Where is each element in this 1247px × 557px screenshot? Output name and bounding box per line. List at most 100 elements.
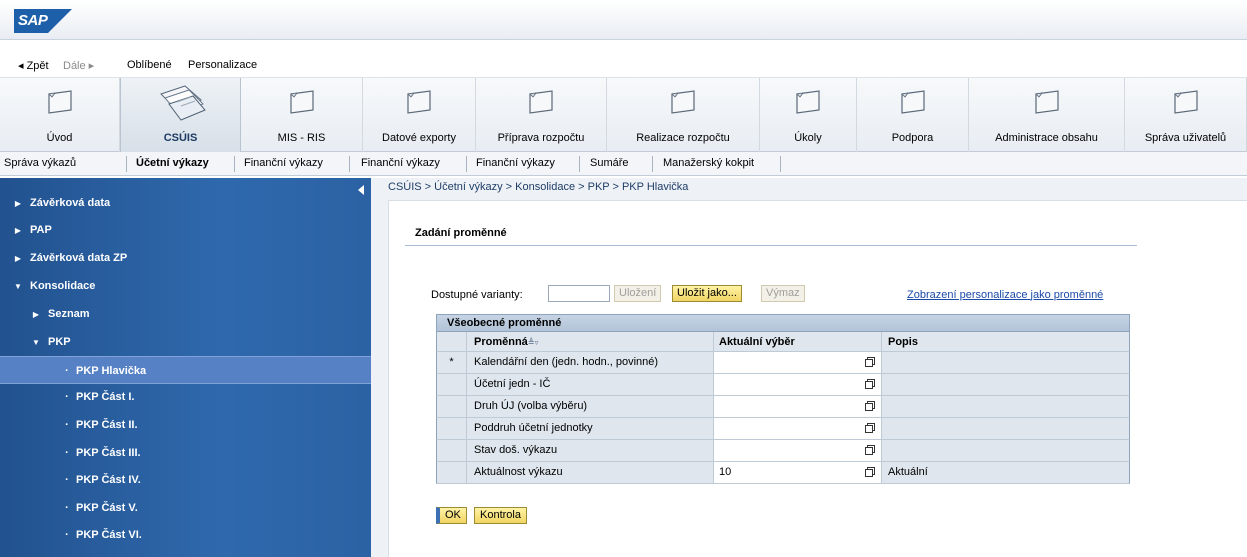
personalization-link[interactable]: Zobrazení personalizace jako proměnné (907, 289, 1103, 301)
top-nav-item[interactable]: Úkoly (760, 78, 857, 152)
nav-tree-item[interactable]: ▼ Konsolidace (0, 272, 371, 300)
nav-tree-label: PKP Část I. (76, 391, 135, 403)
table-header-row: Proměnná≜▿ Aktuální výběr Popis (436, 332, 1130, 352)
nav-tree-item[interactable]: · PKP Část I. (0, 383, 371, 411)
value-help-icon[interactable] (865, 401, 875, 411)
ok-button[interactable]: OK (436, 507, 467, 524)
sub-nav-item[interactable]: Manažerský kokpit (663, 157, 754, 169)
favorites-link[interactable]: Oblíbené (127, 59, 172, 71)
personalize-link[interactable]: Personalizace (188, 59, 257, 71)
sap-logo: SAP (14, 9, 72, 33)
nav-tree-item[interactable]: ▶ Závěrková data ZP (0, 244, 371, 272)
value-help-icon[interactable] (865, 357, 875, 367)
nav-tree-item[interactable]: · PKP Hlavička (0, 356, 371, 384)
collapsed-arrow-icon[interactable]: ▶ (12, 245, 24, 273)
value-help-icon[interactable] (865, 423, 875, 433)
top-nav-item[interactable]: Datové exporty (363, 78, 476, 152)
top-nav-item[interactable]: CSÚIS (120, 78, 241, 152)
top-nav-item[interactable]: Úvod (0, 78, 120, 152)
top-nav-item[interactable]: Podpora (857, 78, 969, 152)
personalization-link-b[interactable]: jako proměnné (1031, 289, 1104, 301)
variable-description: Aktuální (882, 462, 1129, 483)
top-nav-label: Správa uživatelů (1144, 132, 1227, 144)
top-nav-label: Úvod (46, 132, 73, 144)
required-mark: * (437, 352, 467, 373)
bullet-icon: · (65, 529, 69, 541)
sub-nav-item[interactable]: Sumáře (590, 157, 629, 169)
sub-nav-item[interactable]: Účetní výkazy (136, 157, 209, 169)
nav-tree-item[interactable]: · PKP Část III. (0, 439, 371, 467)
nav-tree-label: Konsolidace (30, 280, 96, 292)
bullet-icon: · (65, 365, 69, 377)
sub-nav-item[interactable]: Finanční výkazy (361, 157, 440, 169)
nav-tree-item[interactable]: · PKP Část II. (0, 411, 371, 439)
history-bar: ◂ Zpět Dále ▸ Oblíbené Personalizace (0, 54, 1247, 78)
breadcrumb[interactable]: CSÚIS > Účetní výkazy > Konsolidace > PK… (388, 181, 688, 193)
nav-tree-item[interactable]: · PKP Část IV. (0, 466, 371, 494)
collapsed-arrow-icon[interactable]: ▶ (12, 190, 24, 218)
top-nav-item[interactable]: MIS - RIS (241, 78, 363, 152)
nav-tree-label: PKP (48, 336, 71, 348)
nav-tree-item[interactable]: ▶ PAP (0, 216, 371, 244)
nav-tree-label: Závěrková data ZP (30, 252, 128, 264)
header-variable[interactable]: Proměnná≜▿ (467, 332, 714, 351)
sap-logo-text: SAP (18, 12, 48, 29)
check-button[interactable]: Kontrola (474, 507, 527, 524)
nav-tree-item[interactable]: · PKP Část V. (0, 494, 371, 522)
bullet-icon: · (65, 391, 69, 403)
top-nav-item[interactable]: Administrace obsahu (969, 78, 1125, 152)
sub-nav-item[interactable]: Finanční výkazy (244, 157, 323, 169)
panel-title: Zadání proměnné (415, 227, 507, 239)
current-selection-value[interactable]: 10 (719, 466, 731, 478)
current-selection-input[interactable] (714, 418, 882, 439)
current-selection-input[interactable] (714, 352, 882, 373)
nav-tree-item[interactable]: ▼ PKP (0, 328, 371, 356)
nav-tree-item[interactable]: ▶ Seznam (0, 300, 371, 328)
table-row: Poddruh účetní jednotky (436, 418, 1130, 440)
top-nav-item[interactable]: Příprava rozpočtu (476, 78, 607, 152)
sub-nav-item[interactable]: Správa výkazů (4, 157, 76, 169)
value-help-icon[interactable] (865, 467, 875, 477)
save-as-button[interactable]: Uložit jako... (672, 285, 742, 302)
value-help-icon[interactable] (865, 379, 875, 389)
nav-tree-label: PKP Hlavička (76, 365, 147, 377)
folder-icon (1034, 90, 1059, 114)
nav-tree-label: PKP Část III. (76, 447, 141, 459)
title-divider (405, 245, 1137, 246)
variable-description (882, 440, 1129, 461)
value-help-icon[interactable] (865, 445, 875, 455)
top-nav-item[interactable]: Správa uživatelů (1125, 78, 1247, 152)
top-nav-item[interactable]: Realizace rozpočtu (607, 78, 760, 152)
folder-icon (47, 90, 72, 114)
top-nav-label: MIS - RIS (277, 132, 326, 144)
variable-name: Stav doš. výkazu (467, 440, 714, 461)
required-mark (437, 418, 467, 439)
bullet-icon: · (65, 419, 69, 431)
personalization-link-a[interactable]: Zobrazení personalizace (907, 289, 1027, 301)
variable-description (882, 352, 1129, 373)
collapsed-arrow-icon[interactable]: ▶ (12, 217, 24, 245)
variable-name: Kalendářní den (jedn. hodn., povinné) (467, 352, 714, 373)
sub-nav-separator (579, 156, 580, 172)
current-selection-input[interactable] (714, 440, 882, 461)
forward-link[interactable]: Dále ▸ (63, 59, 94, 72)
current-selection-input[interactable] (714, 396, 882, 417)
current-selection-input[interactable] (714, 374, 882, 395)
save-button[interactable]: Uložení (614, 285, 662, 302)
header-variable-label: Proměnná (474, 336, 528, 348)
folder-icon (289, 90, 314, 114)
back-link[interactable]: ◂ Zpět (18, 59, 49, 72)
variable-name: Účetní jedn - IČ (467, 374, 714, 395)
collapsed-arrow-icon[interactable]: ▶ (30, 301, 42, 329)
current-selection-input[interactable]: 10 (714, 462, 882, 483)
expanded-arrow-icon[interactable]: ▼ (12, 273, 24, 301)
nav-tree-item[interactable]: · PKP Část VI. (0, 521, 371, 549)
expanded-arrow-icon[interactable]: ▼ (30, 329, 42, 357)
variants-input[interactable] (548, 285, 610, 302)
sort-icon[interactable]: ≜▿ (528, 338, 539, 347)
top-nav-label: Příprava rozpočtu (497, 132, 585, 144)
nav-tree-item[interactable]: ▶ Závěrková data (0, 189, 371, 217)
sub-nav-item[interactable]: Finanční výkazy (476, 157, 555, 169)
folder-icon (407, 90, 431, 114)
delete-button[interactable]: Výmaz (761, 285, 805, 302)
